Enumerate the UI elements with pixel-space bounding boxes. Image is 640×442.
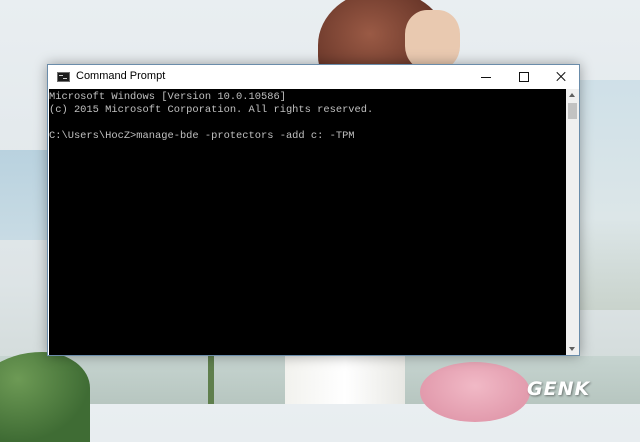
minimize-button[interactable]	[468, 65, 504, 89]
console-icon[interactable]	[57, 72, 70, 82]
title-bar[interactable]: Command Prompt	[48, 65, 579, 89]
wallpaper-flower-stem	[208, 356, 214, 404]
watermark-logo: GENK	[527, 378, 591, 400]
wallpaper-sky	[0, 150, 50, 240]
wallpaper-flower	[420, 362, 530, 422]
console-output[interactable]: Microsoft Windows [Version 10.0.10586] (…	[49, 89, 566, 355]
wallpaper-leaf	[0, 352, 90, 442]
command-prompt-window[interactable]: Command Prompt Microsoft Windows [Versio…	[47, 64, 580, 356]
console-text: Microsoft Windows [Version 10.0.10586] (…	[49, 91, 374, 142]
wallpaper-background-right	[580, 80, 640, 310]
scroll-up-button[interactable]	[566, 89, 579, 102]
vertical-scrollbar[interactable]	[566, 89, 579, 355]
window-title: Command Prompt	[76, 70, 166, 82]
scroll-down-button[interactable]	[566, 342, 579, 355]
maximize-button[interactable]	[506, 65, 542, 89]
close-button[interactable]	[543, 65, 579, 89]
wallpaper-person-face	[405, 10, 460, 70]
wallpaper-person-dress	[285, 356, 405, 404]
scroll-thumb[interactable]	[568, 103, 577, 119]
